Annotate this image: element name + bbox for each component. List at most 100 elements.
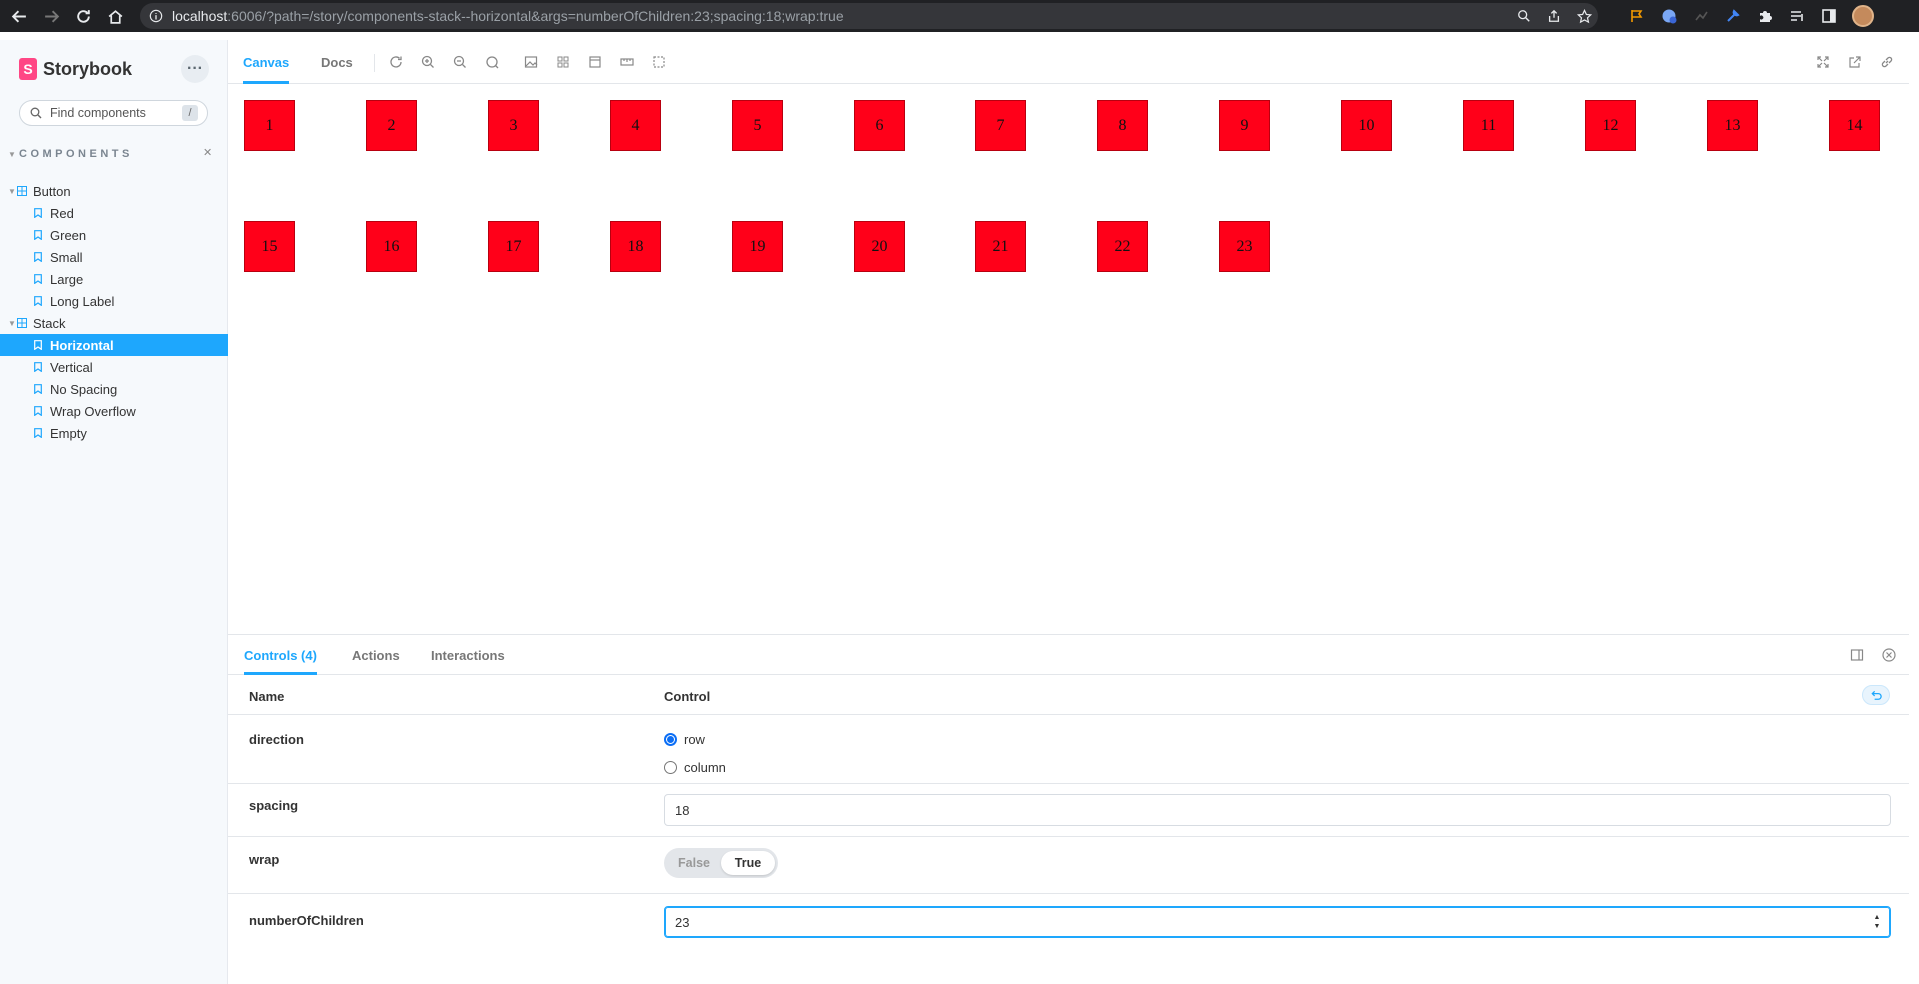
sidebar-item-label: Long Label	[50, 293, 115, 309]
undo-icon	[1870, 690, 1882, 700]
grid-icon[interactable]	[556, 55, 570, 69]
stack-child-box: 9	[1219, 100, 1270, 151]
components-section-header[interactable]: ▼ COMPONENTS ✕	[8, 147, 213, 161]
sidebar-item-label: Button	[33, 183, 71, 199]
close-panel-icon[interactable]	[1882, 648, 1896, 662]
extension-flag-icon[interactable]	[1628, 7, 1646, 25]
sidebar-item-green[interactable]: Green	[0, 224, 228, 246]
tab-actions[interactable]: Actions	[352, 635, 400, 675]
bookmark-icon	[34, 230, 42, 240]
extension-wrench-icon[interactable]	[1724, 7, 1742, 25]
radio-label: row	[684, 732, 705, 747]
zoom-reset-icon[interactable]	[485, 55, 499, 69]
stack-child-box: 8	[1097, 100, 1148, 151]
number-of-children-value: 23	[675, 914, 690, 930]
outline-icon[interactable]	[652, 55, 666, 69]
bookmark-icon	[34, 208, 42, 218]
profile-avatar[interactable]	[1852, 5, 1874, 27]
site-info-icon[interactable]	[148, 8, 164, 24]
tab-controls[interactable]: Controls (4)	[244, 635, 317, 675]
radio-checked-icon	[664, 733, 677, 746]
control-row-spacing: spacing 18	[228, 784, 1909, 837]
extensions-puzzle-icon[interactable]	[1756, 7, 1774, 25]
search-icon	[30, 107, 42, 119]
panel-orientation-icon[interactable]	[1850, 648, 1864, 662]
radio-column[interactable]: column	[664, 760, 726, 775]
toggle-true-option[interactable]: True	[721, 851, 775, 875]
browser-toolbar: localhost:6006/?path=/story/components-s…	[0, 0, 1919, 32]
back-icon[interactable]	[6, 3, 32, 29]
stack-child-box: 7	[975, 100, 1026, 151]
control-name: direction	[249, 732, 304, 747]
share-icon[interactable]	[1546, 8, 1562, 24]
home-icon[interactable]	[102, 3, 128, 29]
sidebar-item-label: Large	[50, 271, 84, 287]
bookmark-icon	[34, 384, 42, 394]
viewport-icon[interactable]	[588, 55, 602, 69]
background-icon[interactable]	[524, 55, 538, 69]
stack-child-box: 14	[1829, 100, 1880, 151]
bookmark-icon	[34, 340, 42, 350]
tab-interactions[interactable]: Interactions	[431, 635, 505, 675]
wrap-toggle[interactable]: False True	[664, 848, 778, 878]
stack-child-box: 3	[488, 100, 539, 151]
reset-controls-button[interactable]	[1862, 685, 1890, 705]
collapse-all-icon[interactable]: ✕	[203, 147, 213, 159]
refresh-icon[interactable]	[389, 55, 403, 69]
sidebar-item-label: Vertical	[50, 359, 93, 375]
sidebar-item-small[interactable]: Small	[0, 246, 228, 268]
open-new-tab-icon[interactable]	[1848, 55, 1862, 69]
sidebar-component-stack[interactable]: ▼ Stack	[0, 312, 228, 334]
sidebar-item-large[interactable]: Large	[0, 268, 228, 290]
address-bar[interactable]: localhost:6006/?path=/story/components-s…	[140, 3, 1598, 29]
forward-icon[interactable]	[38, 3, 64, 29]
sidebar-item-long-label[interactable]: Long Label	[0, 290, 228, 312]
tab-canvas[interactable]: Canvas	[243, 40, 290, 84]
radio-row[interactable]: row	[664, 732, 705, 747]
zoom-icon[interactable]	[1516, 8, 1532, 24]
sidebar-component-button[interactable]: ▼ Button	[0, 180, 228, 202]
zoom-in-icon[interactable]	[421, 55, 435, 69]
toolbar-divider	[374, 54, 375, 72]
sidebar-item-label: Green	[50, 227, 87, 243]
sidebar-item-no-spacing[interactable]: No Spacing	[0, 378, 228, 400]
sidebar-item-vertical[interactable]: Vertical	[0, 356, 228, 378]
fullscreen-icon[interactable]	[1816, 55, 1830, 69]
stack-child-box: 13	[1707, 100, 1758, 151]
stack-child-box: 18	[610, 221, 661, 272]
url-text: localhost:6006/?path=/story/components-s…	[172, 8, 844, 24]
number-stepper-icon[interactable]: ▲ ▼	[1872, 914, 1882, 930]
control-row-direction: direction row column	[228, 715, 1909, 784]
preview-toolbar: Canvas Docs	[228, 40, 1909, 84]
spacing-input[interactable]: 18	[664, 794, 1891, 826]
sidebar-item-red[interactable]: Red	[0, 202, 228, 224]
sidebar-menu-button[interactable]: ···	[181, 55, 209, 83]
toggle-false-option[interactable]: False	[667, 851, 721, 875]
component-icon	[17, 186, 27, 196]
extension-graph-icon[interactable]	[1692, 7, 1710, 25]
chevron-down-icon: ▼	[8, 149, 16, 159]
bookmark-icon	[34, 428, 42, 438]
control-row-numberOfChildren: numberOfChildren 23 ▲ ▼	[228, 894, 1909, 954]
stack-child-box: 2	[366, 100, 417, 151]
bookmark-icon	[34, 362, 42, 372]
copy-link-icon[interactable]	[1880, 55, 1894, 69]
stack-child-box: 6	[854, 100, 905, 151]
sidebar-item-label: Stack	[33, 315, 66, 331]
brand[interactable]: S Storybook	[19, 58, 132, 80]
extension-globe-icon[interactable]	[1660, 7, 1678, 25]
number-of-children-input[interactable]: 23 ▲ ▼	[664, 906, 1891, 938]
sidebar-item-empty[interactable]: Empty	[0, 422, 228, 444]
measure-icon[interactable]	[620, 55, 634, 69]
tab-docs[interactable]: Docs	[321, 40, 353, 84]
reading-list-icon[interactable]	[1788, 7, 1806, 25]
reload-icon[interactable]	[70, 3, 96, 29]
zoom-out-icon[interactable]	[453, 55, 467, 69]
search-input[interactable]: Find components /	[19, 100, 208, 126]
search-placeholder: Find components	[50, 106, 146, 120]
side-panel-icon[interactable]	[1820, 7, 1838, 25]
bookmark-star-icon[interactable]	[1576, 8, 1592, 24]
sidebar-item-horizontal[interactable]: Horizontal	[0, 334, 228, 356]
sidebar-item-wrap-overflow[interactable]: Wrap Overflow	[0, 400, 228, 422]
sidebar-item-label: No Spacing	[50, 381, 118, 397]
